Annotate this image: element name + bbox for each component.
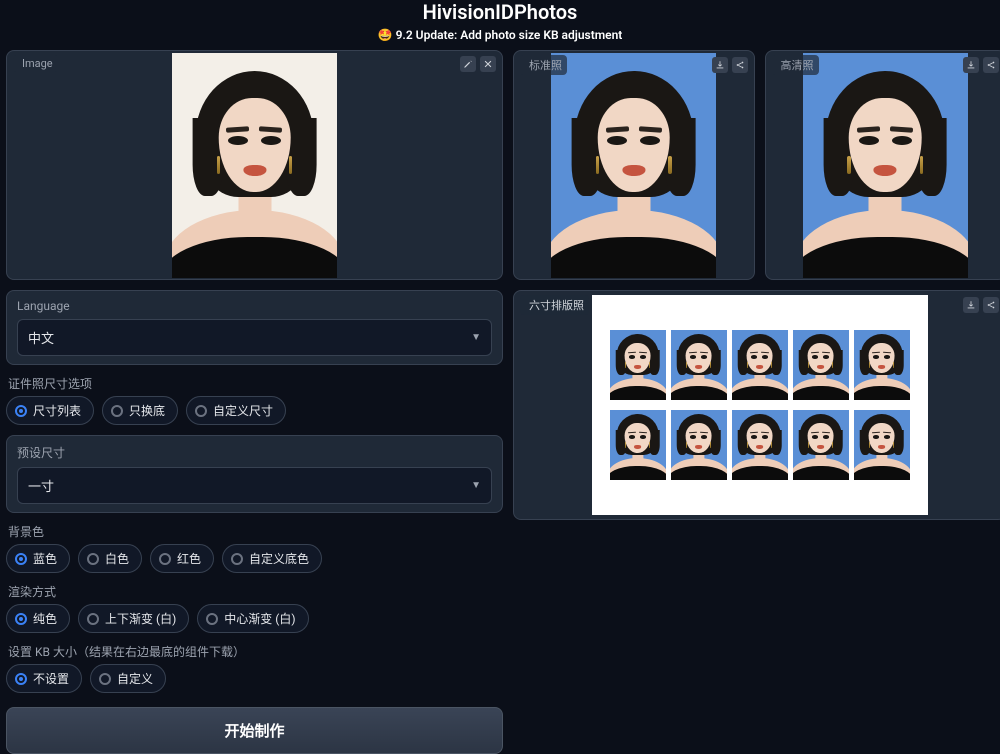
language-label: Language <box>17 299 492 313</box>
standard-portrait <box>551 53 716 278</box>
radio-dot-icon <box>87 613 99 625</box>
layout-thumbnail <box>854 410 910 480</box>
bg-option-label: 白色 <box>105 550 129 567</box>
render-option[interactable]: 纯色 <box>6 604 70 633</box>
bg-label: 背景色 <box>6 523 503 544</box>
bg-option[interactable]: 蓝色 <box>6 544 70 573</box>
radio-dot-icon <box>206 613 218 625</box>
hd-output-panel: 高清照 <box>765 50 1000 280</box>
x-icon <box>483 59 493 69</box>
page-subtitle: 🤩 9.2 Update: Add photo size KB adjustme… <box>0 28 1000 42</box>
layout-panel-label: 六寸排版照 <box>529 297 584 313</box>
size-option[interactable]: 自定义尺寸 <box>186 396 286 425</box>
layout-sheet <box>592 295 928 515</box>
layout-thumbnail <box>793 410 849 480</box>
preset-label: 预设尺寸 <box>17 444 492 461</box>
render-option-label: 中心渐变 (白) <box>224 610 295 627</box>
radio-dot-icon <box>15 673 27 685</box>
kb-option[interactable]: 不设置 <box>6 664 82 693</box>
submit-button[interactable]: 开始制作 <box>6 707 503 754</box>
preset-select[interactable]: 一寸 ▼ <box>17 467 492 504</box>
download-button[interactable] <box>963 297 979 313</box>
bg-option-label: 红色 <box>177 550 201 567</box>
radio-dot-icon <box>231 553 243 565</box>
share-button[interactable] <box>983 57 999 73</box>
share-button[interactable] <box>732 57 748 73</box>
layout-output-panel: 六寸排版照 <box>513 290 1000 520</box>
size-option-label: 尺寸列表 <box>33 402 81 419</box>
layout-thumbnail <box>854 330 910 400</box>
layout-thumbnail <box>671 410 727 480</box>
size-option-section: 证件照尺寸选项 尺寸列表 只换底 自定义尺寸 <box>6 375 503 425</box>
render-label: 渲染方式 <box>6 583 503 604</box>
standard-output-panel: 标准照 <box>513 50 755 280</box>
chevron-down-icon: ▼ <box>471 480 481 491</box>
kb-label: 设置 KB 大小（结果在右边最底的组件下载） <box>6 643 503 664</box>
input-image-panel[interactable]: Image <box>6 50 503 280</box>
hd-portrait <box>803 53 968 278</box>
radio-dot-icon <box>195 405 207 417</box>
download-icon <box>966 60 976 70</box>
share-button[interactable] <box>983 297 999 313</box>
radio-dot-icon <box>87 553 99 565</box>
language-select[interactable]: 中文 ▼ <box>17 319 492 356</box>
bg-option[interactable]: 红色 <box>150 544 214 573</box>
layout-thumbnail <box>732 410 788 480</box>
standard-panel-label: 标准照 <box>529 57 562 73</box>
preset-card: 预设尺寸 一寸 ▼ <box>6 435 503 513</box>
render-option-label: 纯色 <box>33 610 57 627</box>
pencil-icon <box>463 59 473 69</box>
layout-thumbnail <box>732 330 788 400</box>
size-option[interactable]: 尺寸列表 <box>6 396 94 425</box>
input-portrait <box>172 53 337 278</box>
size-option-label: 自定义尺寸 <box>213 402 273 419</box>
radio-dot-icon <box>15 405 27 417</box>
download-icon <box>966 300 976 310</box>
render-option[interactable]: 中心渐变 (白) <box>197 604 308 633</box>
radio-dot-icon <box>99 673 111 685</box>
kb-option-label: 不设置 <box>33 670 69 687</box>
radio-dot-icon <box>15 553 27 565</box>
layout-thumbnail <box>610 330 666 400</box>
bg-option-label: 自定义底色 <box>249 550 309 567</box>
chevron-down-icon: ▼ <box>471 332 481 343</box>
page-title: HivisionIDPhotos <box>0 0 1000 24</box>
edit-button[interactable] <box>460 56 476 72</box>
radio-dot-icon <box>111 405 123 417</box>
share-icon <box>735 60 745 70</box>
layout-thumbnail <box>671 330 727 400</box>
share-icon <box>986 300 996 310</box>
clear-button[interactable] <box>480 56 496 72</box>
download-icon <box>715 60 725 70</box>
input-panel-label: Image <box>22 57 53 70</box>
render-section: 渲染方式 纯色 上下渐变 (白) 中心渐变 (白) <box>6 583 503 633</box>
hd-panel-label: 高清照 <box>781 57 814 73</box>
radio-dot-icon <box>159 553 171 565</box>
download-button[interactable] <box>963 57 979 73</box>
download-button[interactable] <box>712 57 728 73</box>
size-option[interactable]: 只换底 <box>102 396 178 425</box>
language-card: Language 中文 ▼ <box>6 290 503 365</box>
bg-option[interactable]: 自定义底色 <box>222 544 322 573</box>
size-option-label: 证件照尺寸选项 <box>6 375 503 396</box>
bg-option[interactable]: 白色 <box>78 544 142 573</box>
bg-option-label: 蓝色 <box>33 550 57 567</box>
kb-option[interactable]: 自定义 <box>90 664 166 693</box>
render-option[interactable]: 上下渐变 (白) <box>78 604 189 633</box>
share-icon <box>986 60 996 70</box>
layout-thumbnail <box>610 410 666 480</box>
radio-dot-icon <box>15 613 27 625</box>
layout-thumbnail <box>793 330 849 400</box>
render-option-label: 上下渐变 (白) <box>105 610 176 627</box>
bg-section: 背景色 蓝色 白色 红色 自定义底色 <box>6 523 503 573</box>
size-option-label: 只换底 <box>129 402 165 419</box>
kb-option-label: 自定义 <box>117 670 153 687</box>
kb-section: 设置 KB 大小（结果在右边最底的组件下载） 不设置 自定义 <box>6 643 503 693</box>
